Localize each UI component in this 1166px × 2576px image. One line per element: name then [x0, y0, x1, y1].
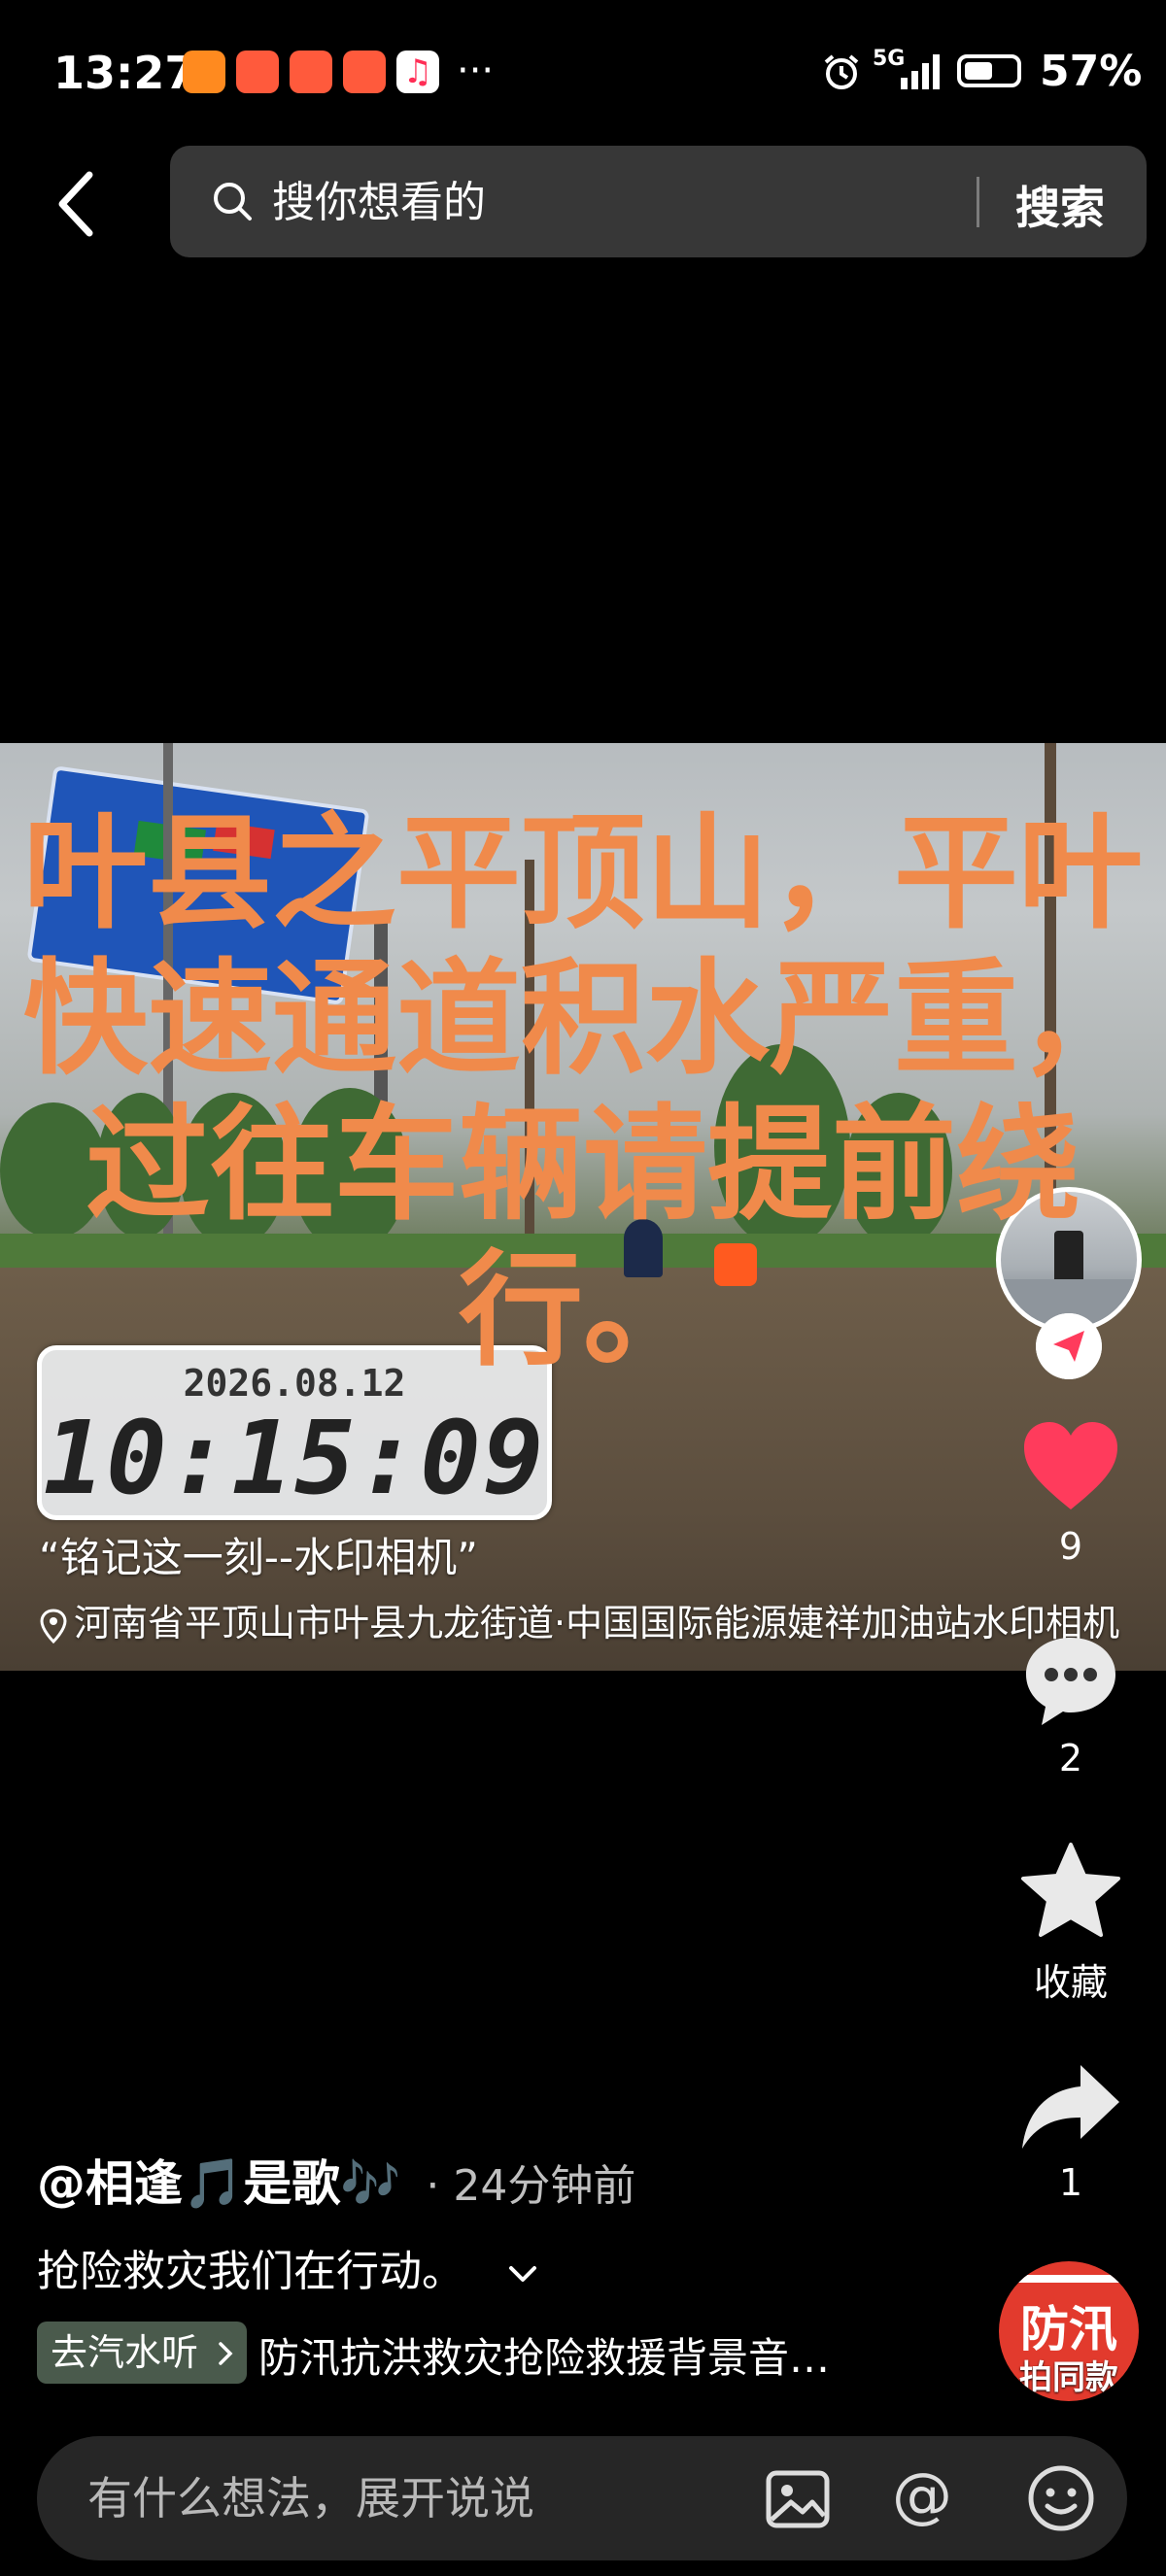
- watermark-location: 河南省平顶山市叶县九龙街道·中国国际能源婕祥加油站水印相机: [39, 1593, 1119, 1646]
- like-icon[interactable]: [1020, 1418, 1121, 1515]
- comment-count: 2: [1058, 1737, 1083, 1779]
- more-notifications-icon: ···: [457, 49, 495, 93]
- back-button[interactable]: [49, 165, 107, 243]
- comment-icon[interactable]: [1020, 1632, 1121, 1729]
- post-time: · 24分钟前: [426, 2161, 636, 2211]
- post-description-row[interactable]: 抢险救灾我们在行动。: [37, 2236, 538, 2298]
- share-count: 1: [1058, 2161, 1083, 2204]
- search-input[interactable]: [272, 175, 952, 229]
- status-bar: 13:27 ♫ ··· 5G 57%: [0, 0, 1166, 146]
- search-bar[interactable]: 搜索: [170, 146, 1147, 257]
- like-count: 9: [1058, 1525, 1083, 1568]
- comment-input[interactable]: [87, 2469, 748, 2527]
- search-button[interactable]: 搜索: [1015, 173, 1105, 237]
- chevron-down-icon[interactable]: [507, 2264, 538, 2284]
- alarm-icon: [824, 54, 859, 89]
- emoji-icon[interactable]: [1026, 2463, 1096, 2533]
- favorite-icon[interactable]: [1018, 1841, 1123, 1942]
- watermark-time: 10:15:09: [43, 1399, 546, 1517]
- author-name[interactable]: @相逢🎵是歌🎶: [37, 2155, 401, 2212]
- status-time: 13:27: [53, 47, 196, 99]
- share-icon[interactable]: [1018, 2059, 1123, 2152]
- battery-icon: [957, 54, 1021, 87]
- app-notification-icon: [343, 51, 386, 93]
- search-divider: [977, 177, 979, 227]
- chevron-right-icon: [219, 2342, 233, 2365]
- battery-percent: 57%: [1040, 47, 1143, 96]
- favorite-label: 收藏: [1033, 1961, 1108, 2004]
- shoot-same-template-button[interactable]: 防汛 拍同款: [999, 2261, 1139, 2401]
- app-notification-icon: [236, 51, 279, 93]
- comment-bar: @: [37, 2436, 1127, 2560]
- image-icon[interactable]: [764, 2465, 832, 2533]
- mention-icon[interactable]: @: [892, 2459, 952, 2530]
- location-pin-icon: [40, 1608, 67, 1644]
- app-notification-icon: [183, 51, 225, 93]
- video-caption: 叶县之平顶山，平叶快速通道积水严重，过往车辆请提前绕行。: [22, 801, 1143, 1383]
- post-description: 抢险救灾我们在行动。: [37, 2247, 464, 2296]
- signal-icon: [901, 54, 940, 89]
- app-notification-icon: [290, 51, 332, 93]
- author-row: @相逢🎵是歌🎶 · 24分钟前: [37, 2145, 635, 2215]
- watermark-location-text: 河南省平顶山市叶县九龙街道·中国国际能源婕祥加油站水印相机: [74, 1602, 1120, 1644]
- video-player[interactable]: 叶县之平顶山，平叶快速通道积水严重，过往车辆请提前绕行。 2026.08.12 …: [0, 743, 1166, 1671]
- open-in-music-app-button[interactable]: 去汽水听: [37, 2322, 248, 2384]
- watermark-slogan: “铭记这一刻--水印相机”: [39, 1534, 478, 1581]
- template-label: 拍同款: [1019, 2358, 1118, 2397]
- music-tag-label: 去汽水听: [51, 2331, 199, 2374]
- music-title[interactable]: 防汛抗洪救灾抢险救援背景音…: [258, 2325, 830, 2385]
- music-app-icon: ♫: [396, 51, 439, 93]
- search-icon: [214, 183, 252, 220]
